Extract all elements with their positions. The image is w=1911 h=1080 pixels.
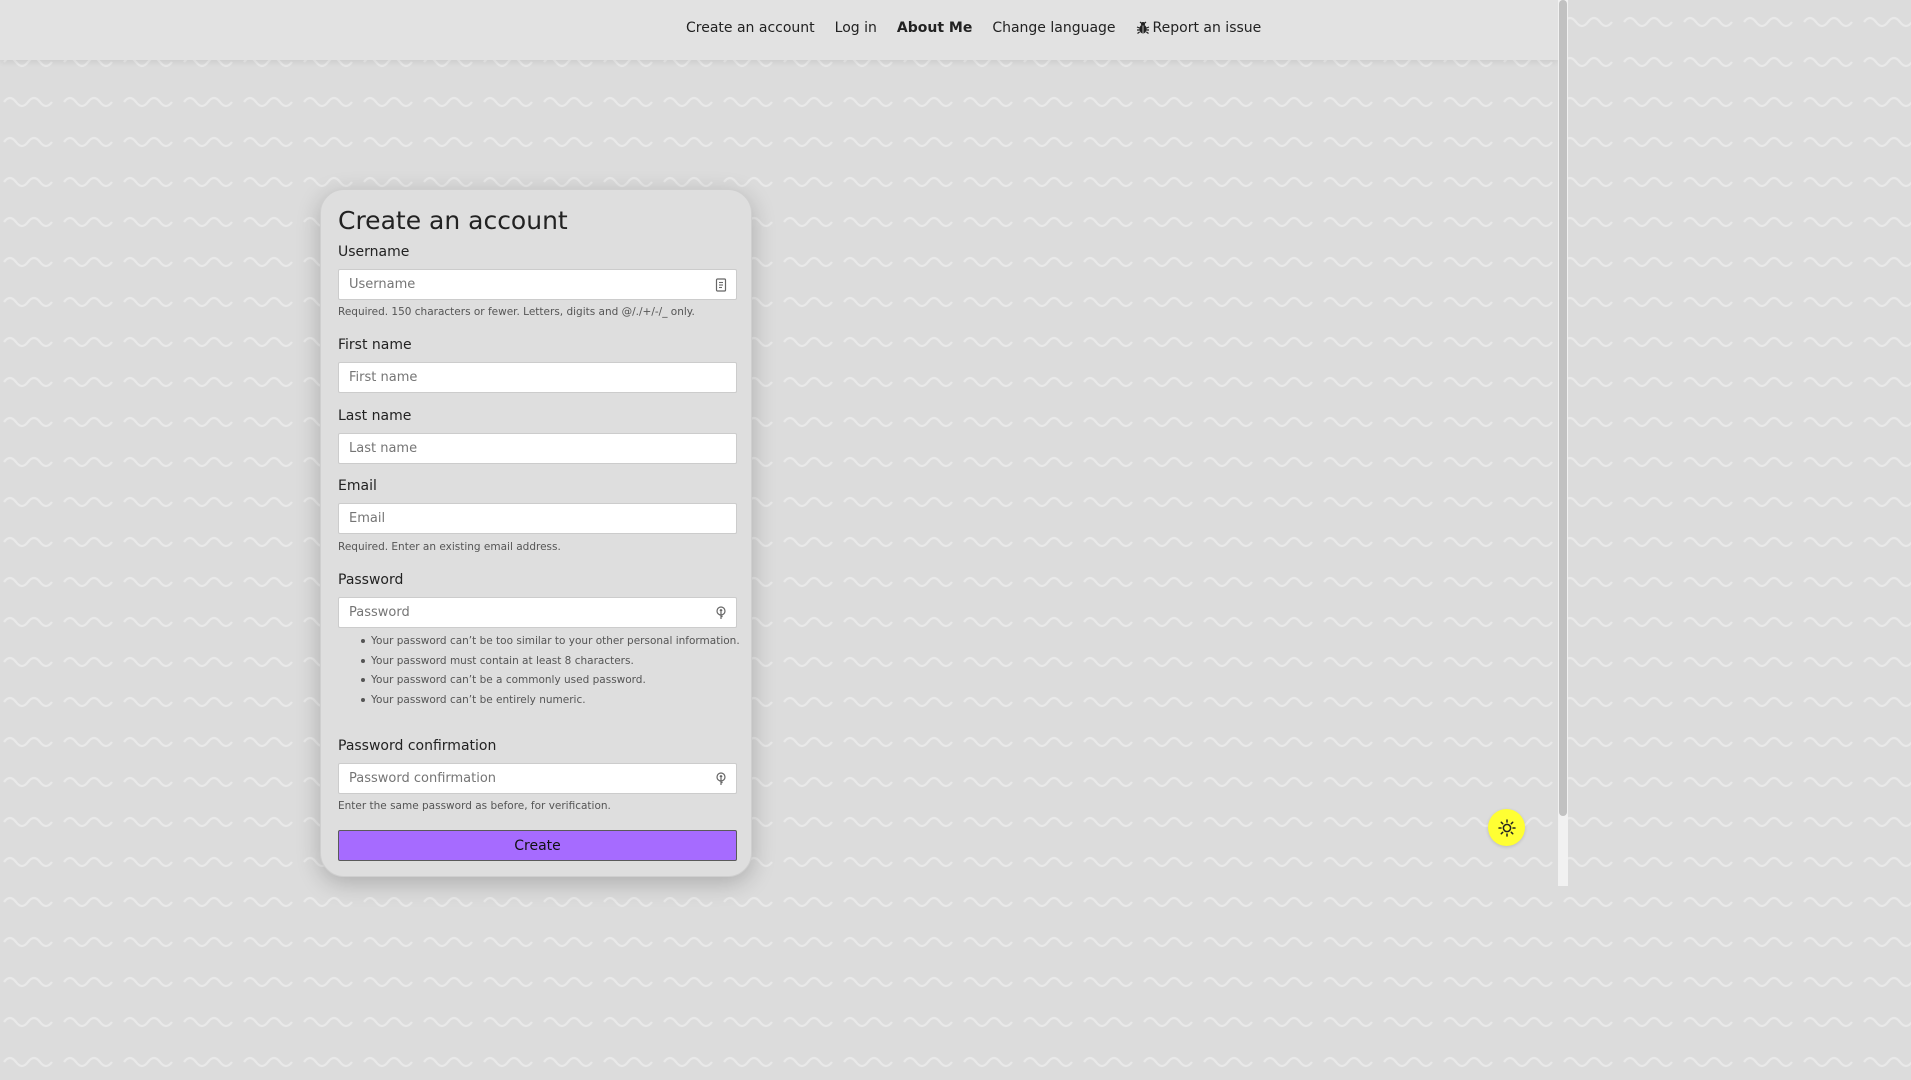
password-rule: Your password can’t be too similar to yo…: [361, 633, 740, 653]
first-name-field[interactable]: [338, 362, 737, 393]
password-confirmation-help-text: Enter the same password as before, for v…: [338, 800, 611, 812]
email-label: Email: [338, 478, 377, 494]
password-confirmation-label: Password confirmation: [338, 738, 497, 754]
scrollbar-thumb[interactable]: [1559, 0, 1567, 816]
username-input[interactable]: [339, 276, 711, 293]
username-label: Username: [338, 244, 410, 260]
password-confirmation-input[interactable]: [339, 770, 711, 787]
key-icon: [716, 772, 726, 785]
nav-create-account-link[interactable]: Create an account: [686, 20, 815, 36]
email-field[interactable]: [338, 503, 737, 534]
sun-icon: [1497, 818, 1516, 837]
nav-change-language-link[interactable]: Change language: [992, 20, 1115, 36]
password-confirmation-field[interactable]: [338, 763, 737, 794]
last-name-field[interactable]: [338, 433, 737, 464]
password-rule: Your password must contain at least 8 ch…: [361, 653, 740, 673]
id-card-icon: [715, 278, 727, 292]
signup-card: Create an account Username Required. 150…: [320, 189, 752, 877]
email-help-text: Required. Enter an existing email addres…: [338, 541, 561, 553]
top-navbar: Create an account Log in About Me Change…: [0, 0, 1558, 60]
password-rule: Your password can’t be a commonly used p…: [361, 672, 740, 692]
username-help-text: Required. 150 characters or fewer. Lette…: [338, 306, 695, 318]
email-input[interactable]: [339, 510, 711, 527]
page-title: Create an account: [338, 206, 568, 235]
password-label: Password: [338, 572, 404, 588]
last-name-input[interactable]: [339, 440, 711, 457]
key-icon: [716, 606, 726, 619]
nav-log-in-link[interactable]: Log in: [835, 20, 877, 36]
theme-toggle-button[interactable]: [1488, 809, 1525, 846]
nav-report-issue-link[interactable]: Report an issue: [1136, 20, 1262, 36]
bug-icon: [1136, 21, 1149, 34]
password-field[interactable]: [338, 597, 737, 628]
last-name-label: Last name: [338, 408, 412, 424]
main-nav: Create an account Log in About Me Change…: [686, 20, 1261, 36]
first-name-input[interactable]: [339, 369, 711, 386]
username-field[interactable]: [338, 269, 737, 300]
password-input[interactable]: [339, 604, 711, 621]
nav-about-me-link[interactable]: About Me: [897, 20, 972, 36]
create-button[interactable]: Create: [338, 830, 737, 861]
password-rule: Your password can’t be entirely numeric.: [361, 692, 740, 712]
password-rules-list: Your password can’t be too similar to yo…: [361, 633, 740, 711]
first-name-label: First name: [338, 337, 412, 353]
page-scrollbar[interactable]: [1558, 0, 1568, 886]
report-issue-label: Report an issue: [1152, 20, 1262, 36]
